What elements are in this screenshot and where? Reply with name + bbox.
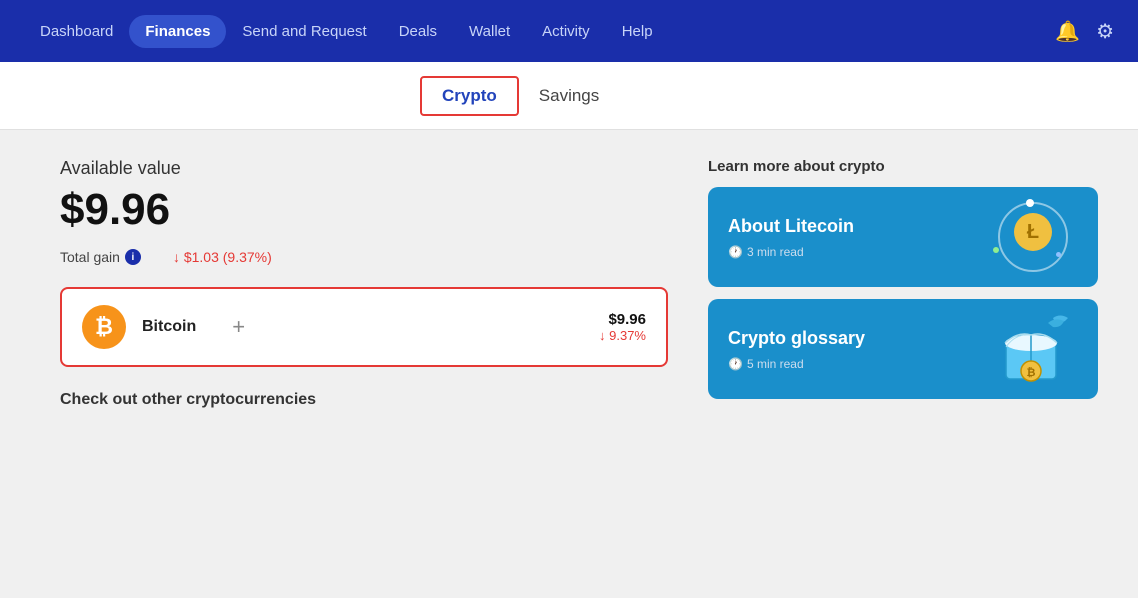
navbar: Dashboard Finances Send and Request Deal… [0, 0, 1138, 62]
bitcoin-label: Bitcoin [142, 318, 196, 336]
orbit-dot-1 [1026, 199, 1034, 207]
glossary-card[interactable]: Crypto glossary 🕐 5 min read [708, 299, 1098, 399]
litecoin-read-time: 3 min read [747, 245, 804, 259]
orbit-dot-2 [993, 247, 999, 253]
litecoin-card[interactable]: About Litecoin 🕐 3 min read Ł [708, 187, 1098, 287]
svg-text:₿: ₿ [1027, 367, 1036, 379]
nav-activity[interactable]: Activity [526, 15, 606, 48]
litecoin-card-title: About Litecoin [728, 216, 854, 237]
right-panel: Learn more about crypto About Litecoin 🕐… [708, 158, 1098, 578]
gain-value: ↓ $1.03 (9.37%) [173, 249, 272, 265]
learn-label: Learn more about crypto [708, 158, 1098, 175]
bitcoin-card[interactable]: ₿ Bitcoin + $9.96 ↓ 9.37% [60, 287, 668, 367]
bitcoin-percent: ↓ 9.37% [599, 328, 646, 343]
gear-icon[interactable]: ⚙ [1096, 19, 1114, 44]
bitcoin-values: $9.96 ↓ 9.37% [599, 311, 646, 343]
bell-icon[interactable]: 🔔 [1055, 19, 1080, 44]
available-label: Available value [60, 158, 668, 179]
total-gain-label: Total gain i [60, 249, 141, 265]
glossary-graphic: ₿ [998, 309, 1078, 389]
main-content: Available value $9.96 Total gain i ↓ $1.… [0, 130, 1138, 598]
tabs-row: Crypto Savings [0, 62, 1138, 130]
nav-help[interactable]: Help [606, 15, 669, 48]
nav-deals[interactable]: Deals [383, 15, 453, 48]
bitcoin-icon: ₿ [82, 305, 126, 349]
book-svg: ₿ [998, 313, 1078, 389]
other-crypto-label: Check out other cryptocurrencies [60, 391, 668, 409]
tab-savings[interactable]: Savings [519, 78, 619, 114]
nav-dashboard[interactable]: Dashboard [24, 15, 129, 48]
available-value: $9.96 [60, 185, 668, 235]
nav-finances[interactable]: Finances [129, 15, 226, 48]
litecoin-graphic: Ł [988, 197, 1078, 277]
clock-icon: 🕐 [728, 245, 743, 259]
glossary-card-meta: 🕐 5 min read [728, 357, 865, 371]
bitcoin-add-button[interactable]: + [232, 314, 245, 340]
nav-send-request[interactable]: Send and Request [226, 15, 382, 48]
orbit-dot-3 [1056, 252, 1061, 257]
info-icon[interactable]: i [125, 249, 141, 265]
litecoin-coin-icon: Ł [1014, 213, 1052, 251]
glossary-read-time: 5 min read [747, 357, 804, 371]
nav-wallet[interactable]: Wallet [453, 15, 526, 48]
glossary-card-content: Crypto glossary 🕐 5 min read [728, 328, 865, 371]
total-gain-text: Total gain [60, 249, 120, 265]
bitcoin-amount: $9.96 [599, 311, 646, 328]
litecoin-card-content: About Litecoin 🕐 3 min read [728, 216, 854, 259]
nav-icons-group: 🔔 ⚙ [1055, 19, 1114, 44]
left-panel: Available value $9.96 Total gain i ↓ $1.… [60, 158, 668, 578]
clock-icon-2: 🕐 [728, 357, 743, 371]
litecoin-card-meta: 🕐 3 min read [728, 245, 854, 259]
total-gain-row: Total gain i ↓ $1.03 (9.37%) [60, 249, 668, 265]
glossary-card-title: Crypto glossary [728, 328, 865, 349]
tab-crypto[interactable]: Crypto [420, 76, 519, 116]
